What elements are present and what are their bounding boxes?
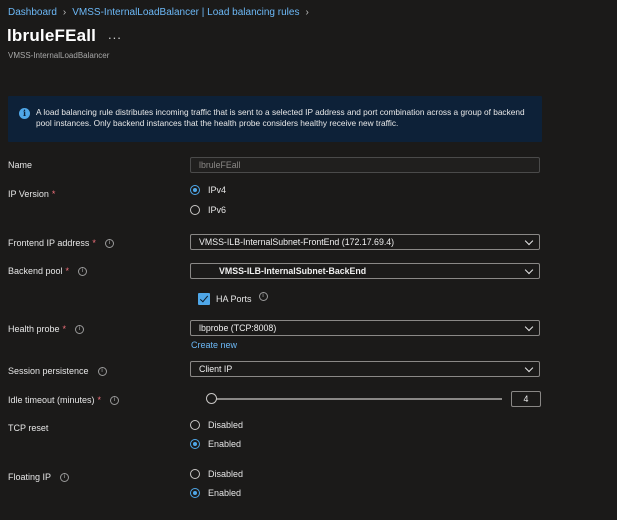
- info-circle-icon[interactable]: i: [60, 472, 70, 482]
- breadcrumb: Dashboard › VMSS-InternalLoadBalancer | …: [8, 7, 309, 18]
- page-subtitle: VMSS-InternalLoadBalancer: [8, 51, 110, 60]
- chevron-down-icon: [524, 236, 534, 246]
- health-probe-label: Health probe * i: [8, 324, 85, 334]
- checkbox-checked-icon: [198, 293, 210, 305]
- more-options-button[interactable]: ...: [108, 27, 122, 42]
- floating-ip-disabled-radio[interactable]: Disabled: [190, 469, 243, 479]
- radio-selected-icon: [190, 488, 200, 498]
- ip-version-label: IP Version *: [8, 189, 56, 199]
- backend-pool-dropdown[interactable]: VMSS-ILB-InternalSubnet-BackEnd: [190, 263, 540, 279]
- floating-ip-enabled-radio[interactable]: Enabled: [190, 488, 241, 498]
- ipv4-radio[interactable]: IPv4: [190, 185, 226, 195]
- tcp-reset-enabled-radio[interactable]: Enabled: [190, 439, 241, 449]
- health-probe-dropdown[interactable]: lbprobe (TCP:8008): [190, 320, 540, 336]
- page-title: lbruleFEall: [7, 26, 97, 45]
- session-persistence-dropdown[interactable]: Client IP: [190, 361, 540, 377]
- info-circle-icon[interactable]: i: [258, 292, 268, 301]
- chevron-right-icon: ›: [305, 7, 309, 18]
- chevron-down-icon: [524, 322, 534, 332]
- name-field: lbruleFEall: [190, 157, 540, 173]
- session-persistence-label: Session persistence i: [8, 366, 107, 376]
- chevron-down-icon: [524, 265, 534, 275]
- idle-timeout-label: Idle timeout (minutes) * i: [8, 395, 120, 405]
- ha-ports-checkbox[interactable]: HA Ports i: [198, 292, 268, 305]
- chevron-right-icon: ›: [62, 7, 67, 18]
- info-circle-icon[interactable]: i: [97, 366, 107, 376]
- chevron-down-icon: [524, 363, 534, 373]
- idle-timeout-input[interactable]: 4: [511, 391, 541, 407]
- tcp-reset-label: TCP reset: [8, 423, 49, 433]
- frontend-ip-label: Frontend IP address * i: [8, 238, 114, 248]
- ipv6-radio[interactable]: IPv6: [190, 205, 226, 215]
- info-circle-icon[interactable]: i: [78, 266, 88, 276]
- breadcrumb-lb-rules-link[interactable]: VMSS-InternalLoadBalancer | Load balanci…: [72, 7, 299, 18]
- info-circle-icon[interactable]: i: [75, 324, 85, 334]
- idle-timeout-slider-thumb[interactable]: [206, 393, 217, 404]
- info-icon: i: [19, 108, 30, 119]
- create-new-link[interactable]: Create new: [191, 340, 237, 350]
- floating-ip-label: Floating IP i: [8, 472, 70, 482]
- radio-unselected-icon: [190, 420, 200, 430]
- info-circle-icon[interactable]: i: [110, 395, 120, 405]
- breadcrumb-dashboard-link[interactable]: Dashboard: [8, 7, 57, 18]
- radio-selected-icon: [190, 185, 200, 195]
- radio-unselected-icon: [190, 469, 200, 479]
- radio-selected-icon: [190, 439, 200, 449]
- info-banner: i A load balancing rule distributes inco…: [8, 96, 542, 142]
- info-circle-icon[interactable]: i: [104, 238, 114, 248]
- backend-pool-label: Backend pool * i: [8, 266, 88, 276]
- radio-unselected-icon: [190, 205, 200, 215]
- idle-timeout-slider-track[interactable]: [208, 398, 502, 400]
- tcp-reset-disabled-radio[interactable]: Disabled: [190, 420, 243, 430]
- info-text: A load balancing rule distributes incomi…: [36, 107, 525, 128]
- frontend-ip-dropdown[interactable]: VMSS-ILB-InternalSubnet-FrontEnd (172.17…: [190, 234, 540, 250]
- name-label: Name: [8, 160, 33, 170]
